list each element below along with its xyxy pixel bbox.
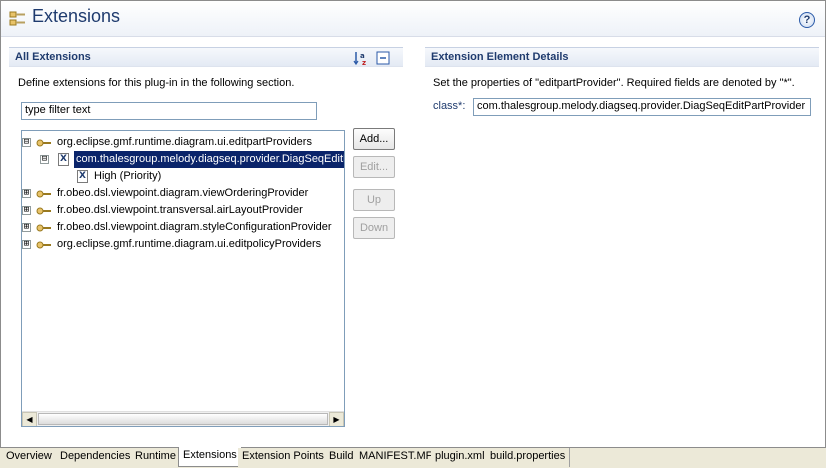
tab-manifest[interactable]: MANIFEST.MF [355,448,438,467]
tree-item-label: fr.obeo.dsl.viewpoint.diagram.viewOrderi… [57,187,309,199]
tab-extension-points[interactable]: Extension Points [238,448,329,467]
element-icon: X [58,153,69,166]
scroll-left-icon[interactable]: ◀ [22,412,37,426]
collapse-toggle-icon[interactable]: ⊟ [22,138,31,147]
form-title-bar: Extensions ? [1,1,825,37]
tab-dependencies[interactable]: Dependencies [56,448,136,467]
tab-build-properties[interactable]: build.properties [486,448,571,467]
edit-button[interactable]: Edit... [353,156,395,178]
element-icon: X [77,170,88,183]
add-button[interactable]: Add... [353,128,395,150]
editor-tabs: Overview Dependencies Runtime Extensions… [0,447,826,468]
expand-toggle-icon[interactable]: ⊞ [22,206,31,215]
tab-plugin-xml[interactable]: plugin.xml [431,448,490,467]
svg-text:z: z [362,59,366,66]
extension-icon [36,224,51,232]
tab-extensions[interactable]: Extensions [178,447,242,467]
down-button[interactable]: Down [353,217,395,239]
tab-build[interactable]: Build [325,448,359,467]
tree-item-label: org.eclipse.gmf.runtime.diagram.ui.editp… [57,136,312,148]
class-field-label: class*: [433,100,466,112]
tree-item-label: fr.obeo.dsl.viewpoint.diagram.styleConfi… [57,221,332,233]
tab-runtime[interactable]: Runtime [131,448,181,467]
element-details-title: Extension Element Details [431,51,569,63]
tree-item-label: com.thalesgroup.melody.diagseq.provider.… [74,151,344,168]
collapse-toggle-icon[interactable]: ⊟ [40,155,49,164]
page-title: Extensions [32,6,121,26]
extension-icon [36,241,51,249]
extensions-icon [9,11,25,26]
class-field[interactable]: com.thalesgroup.melody.diagseq.provider.… [473,98,811,116]
expand-toggle-icon[interactable]: ⊞ [22,240,31,249]
up-button[interactable]: Up [353,189,395,211]
all-extensions-description: Define extensions for this plug-in in th… [18,77,295,89]
filter-input[interactable]: type filter text [21,102,317,120]
horizontal-scrollbar[interactable]: ◀ ▶ [22,411,344,426]
expand-toggle-icon[interactable]: ⊞ [22,189,31,198]
extension-icon [36,139,51,147]
tree-item-label: High (Priority) [94,170,162,182]
extensions-page: Extensions ? All Extensions a z Define e… [0,0,826,447]
extension-icon [36,190,51,198]
all-extensions-section-header: All Extensions a z [9,47,403,67]
tree-item-label: org.eclipse.gmf.runtime.diagram.ui.editp… [57,238,322,250]
element-details-section-header: Extension Element Details [425,47,819,67]
sort-az-icon[interactable]: a z [353,50,369,66]
scroll-right-icon[interactable]: ▶ [329,412,344,426]
extension-icon [36,207,51,215]
all-extensions-title: All Extensions [15,51,91,63]
tab-overview[interactable]: Overview [2,448,57,467]
collapse-all-icon[interactable] [375,50,391,66]
scroll-thumb[interactable] [38,413,328,425]
element-details-description: Set the properties of "editpartProvider"… [433,77,795,89]
expand-toggle-icon[interactable]: ⊞ [22,223,31,232]
extensions-tree[interactable]: ⊟ org.eclipse.gmf.runtime.diagram.ui.edi… [21,130,345,427]
help-icon[interactable]: ? [799,12,815,28]
tree-item-label: fr.obeo.dsl.viewpoint.transversal.airLay… [57,204,303,216]
